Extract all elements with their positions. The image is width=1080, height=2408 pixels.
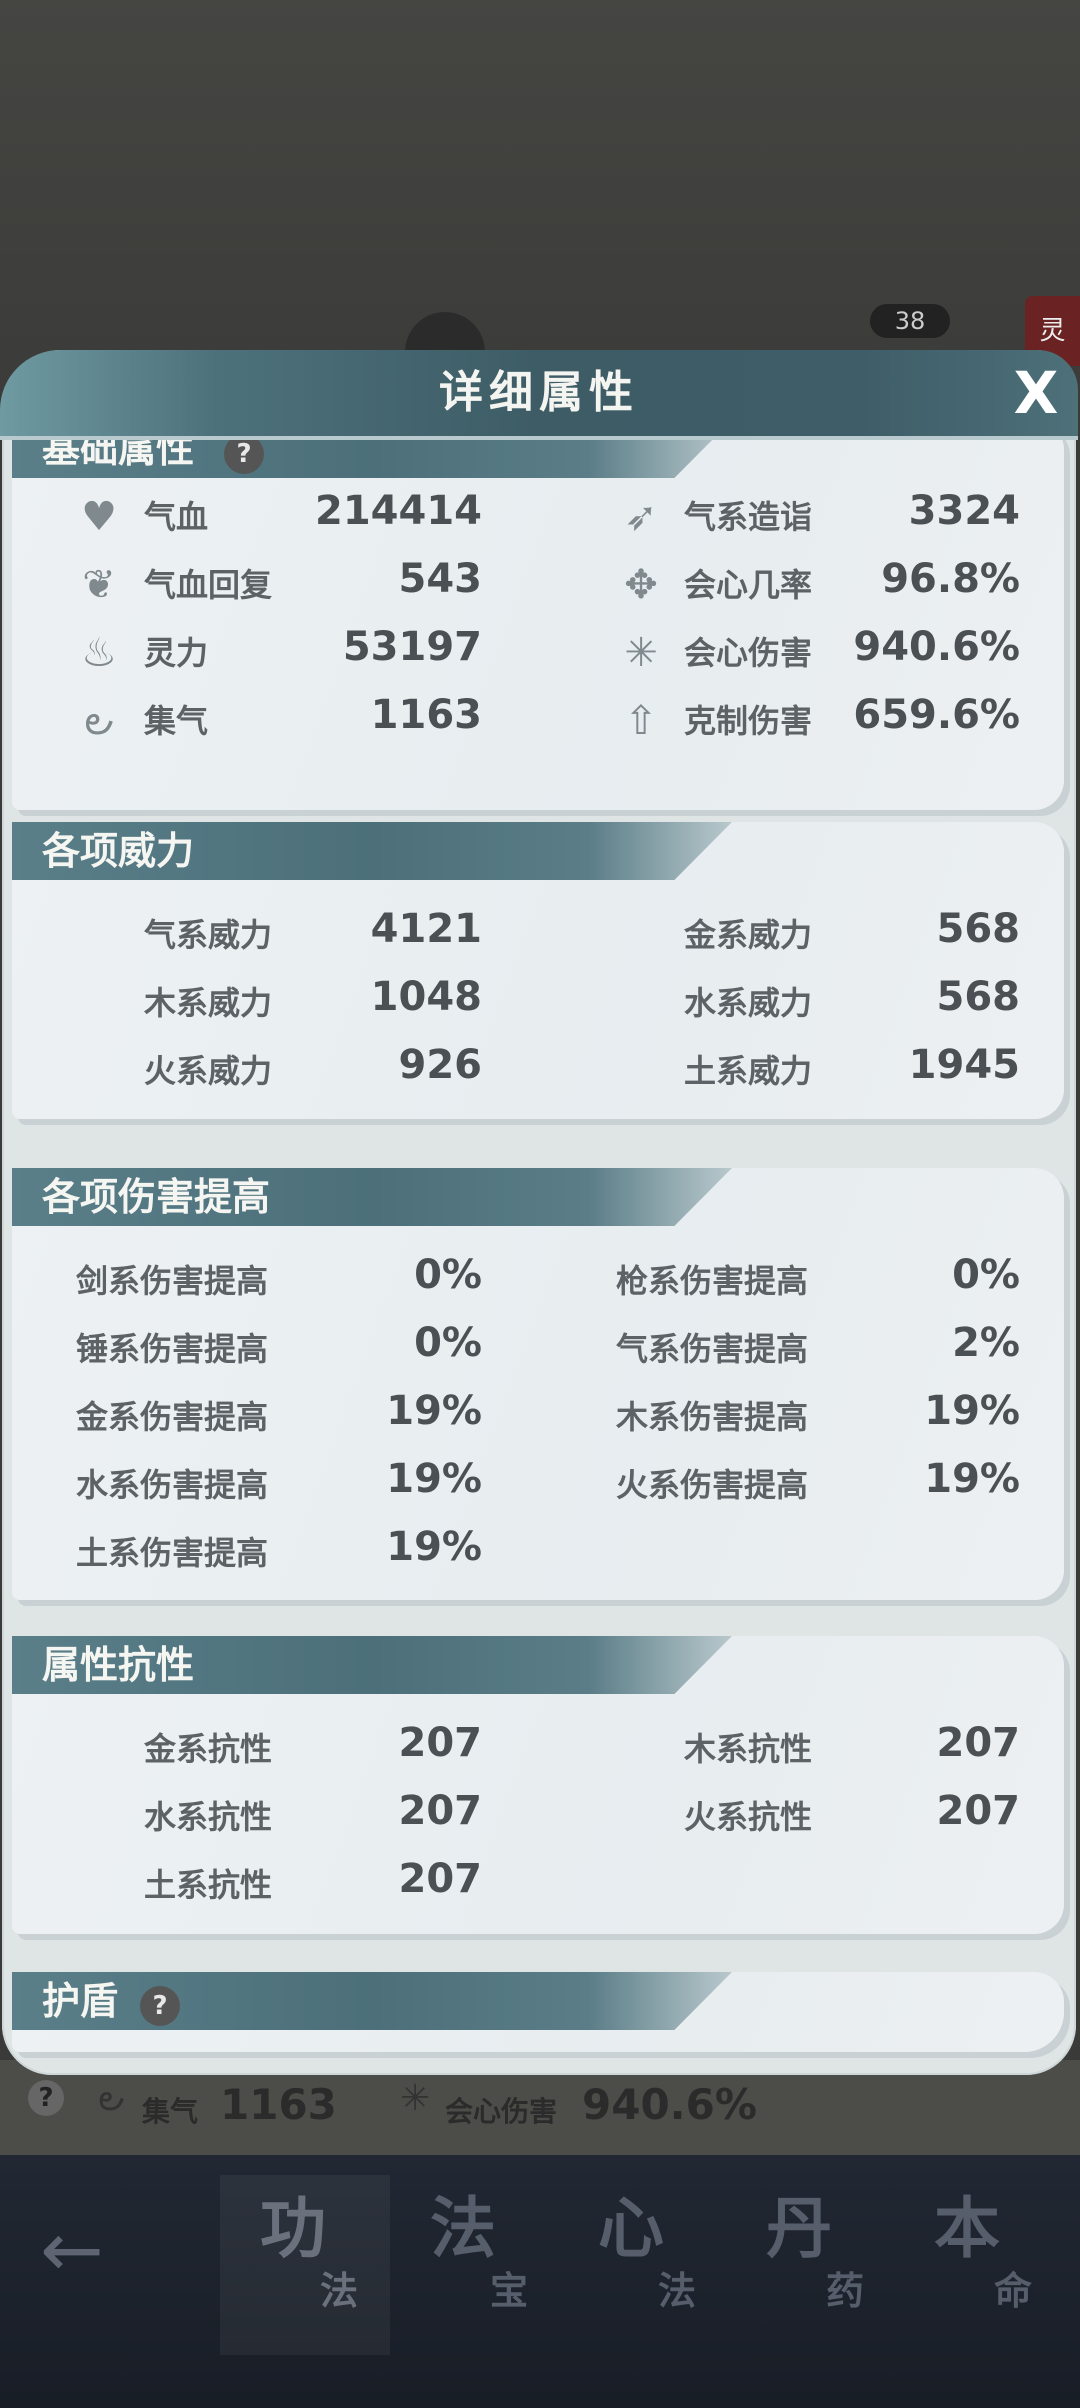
heart-regen-icon: ❦ (82, 562, 116, 608)
stat-label: 灵力 (144, 634, 209, 672)
stat-value: 1163 (370, 692, 482, 738)
nav-tab-danyao[interactable]: 丹 药 (726, 2175, 896, 2355)
burst-icon: ✳ (624, 630, 658, 676)
help-icon[interactable]: ? (28, 2080, 64, 2116)
back-arrow-icon[interactable]: ← (40, 2212, 140, 2288)
swirl-icon: ౿ (84, 698, 114, 744)
attributes-scroll-area[interactable]: 基础属性 ? ♥ 气血 214414 ❦ 气血回复 543 ♨ 灵力 53197… (0, 440, 1078, 2075)
nav-tab-gongfa[interactable]: 功 法 (220, 2175, 390, 2355)
stat-label: 会心伤害 (684, 634, 813, 672)
nav-tab-xinfa[interactable]: 心 法 (558, 2175, 728, 2355)
strip-value: 940.6% (582, 2080, 757, 2129)
spirit-flame-icon: ♨ (81, 630, 117, 676)
stat-label: 会心几率 (684, 566, 813, 604)
stat-label: 气系造诣 (684, 498, 813, 536)
nav-tab-benming[interactable]: 本 命 (894, 2175, 1064, 2355)
heart-icon: ♥ (81, 494, 117, 540)
detail-attributes-dialog: 基础属性 ? ♥ 气血 214414 ❦ 气血回复 543 ♨ 灵力 53197… (0, 350, 1080, 2075)
game-background (0, 0, 1080, 400)
crit-rate-icon: ✥ (624, 562, 658, 608)
stat-value: 659.6% (853, 692, 1020, 738)
stat-value: 543 (398, 556, 483, 602)
stat-value: 214414 (315, 488, 482, 534)
stat-label: 气血回复 (144, 566, 273, 604)
bottom-nav: ← 功 法 法 宝 心 法 丹 药 本 命 (0, 2155, 1080, 2408)
basic-attributes-card: 基础属性 ? ♥ 气血 214414 ❦ 气血回复 543 ♨ 灵力 53197… (12, 440, 1064, 810)
stat-label: 集气 (144, 702, 209, 740)
wing-icon: ➶ (624, 494, 658, 540)
section-title: 基础属性 (42, 440, 195, 471)
stat-value: 940.6% (853, 624, 1020, 670)
stat-label: 克制伤害 (684, 702, 813, 740)
close-icon[interactable]: X (1008, 364, 1064, 424)
help-icon[interactable]: ? (224, 440, 264, 474)
burst-icon: ✳ (400, 2078, 431, 2119)
level-badge: 38 (870, 304, 950, 338)
dialog-title: 详细属性 (439, 367, 639, 418)
section-header: 基础属性 ? (12, 440, 732, 478)
swirl-icon: ౿ (98, 2078, 125, 2119)
stat-label: 气血 (144, 498, 209, 536)
dialog-header: 详细属性 X (0, 350, 1078, 440)
stat-value: 53197 (342, 624, 482, 670)
nav-tab-fabao[interactable]: 法 宝 (390, 2175, 560, 2355)
strip-value: 1163 (220, 2080, 337, 2129)
power-card-overlay (12, 1172, 1064, 1469)
strip-label: 集气 (142, 2095, 199, 2128)
strip-label: 会心伤害 (445, 2095, 558, 2128)
stat-value: 96.8% (881, 556, 1020, 602)
stat-value: 3324 (908, 488, 1020, 534)
arrow-up-icon: ⇧ (624, 698, 658, 744)
